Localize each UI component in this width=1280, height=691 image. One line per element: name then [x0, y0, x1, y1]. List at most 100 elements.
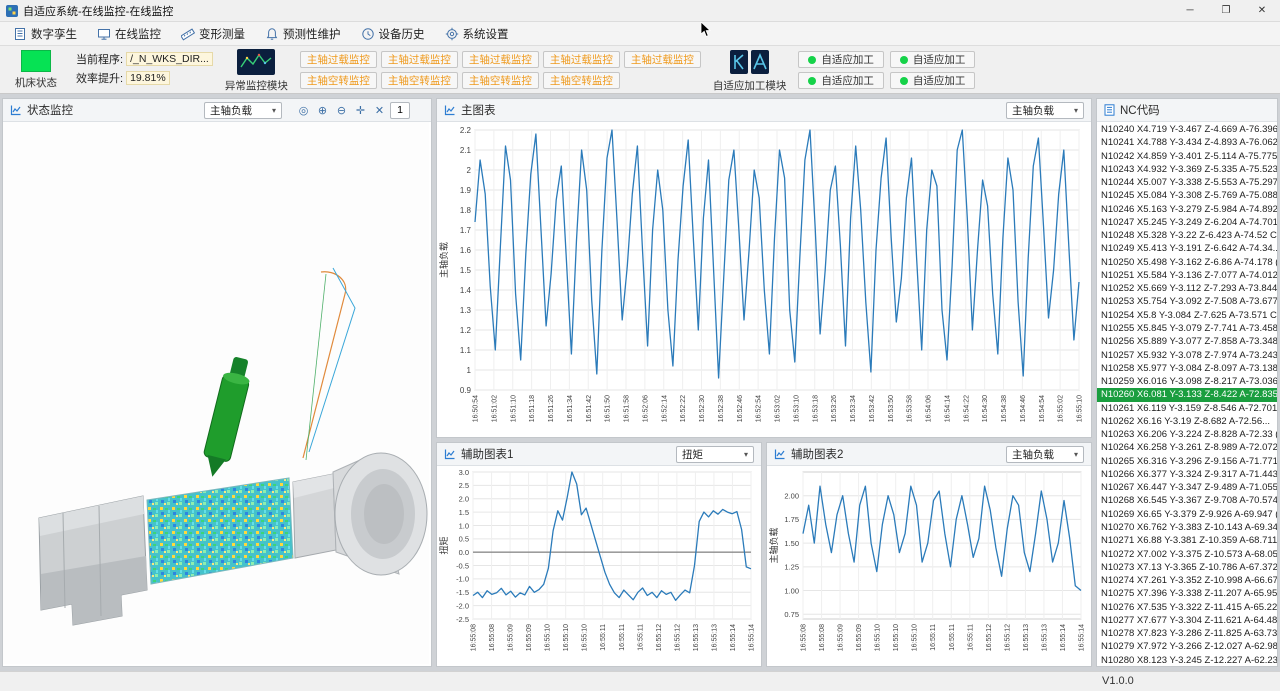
- svg-text:16:55:12: 16:55:12: [1004, 624, 1011, 651]
- idle-monitor-button[interactable]: 主轴空转监控: [300, 72, 377, 89]
- menu-item-2[interactable]: 在线监控: [88, 24, 170, 44]
- nc-line[interactable]: N10271 X6.88 Y-3.381 Z-10.359 A-68.711: [1097, 534, 1277, 547]
- main-chart-body[interactable]: 0.911.11.21.31.41.51.61.71.81.922.12.216…: [437, 122, 1091, 437]
- nc-line[interactable]: N10268 X6.545 Y-3.367 Z-9.708 A-70.574: [1097, 494, 1277, 507]
- svg-text:16:51:50: 16:51:50: [605, 395, 612, 422]
- nc-line[interactable]: N10253 X5.754 Y-3.092 Z-7.508 A-73.677: [1097, 295, 1277, 308]
- zoom-in-button[interactable]: ⊕: [314, 102, 331, 119]
- svg-text:16:53:58: 16:53:58: [907, 395, 914, 422]
- menu-item-3[interactable]: 变形测量: [172, 24, 254, 44]
- adaptive-machining-button[interactable]: 自适应加工: [798, 72, 884, 89]
- machine-3d-view[interactable]: [3, 122, 431, 666]
- minimize-icon[interactable]: ─: [1172, 0, 1208, 21]
- nc-line[interactable]: N10254 X5.8 Y-3.084 Z-7.625 A-73.571 C..…: [1097, 309, 1277, 322]
- nc-line[interactable]: N10257 X5.932 Y-3.078 Z-7.974 A-73.243: [1097, 349, 1277, 362]
- nc-line[interactable]: N10244 X5.007 Y-3.338 Z-5.553 A-75.297: [1097, 176, 1277, 189]
- nc-line[interactable]: N10278 X7.823 Y-3.286 Z-11.825 A-63.73..…: [1097, 627, 1277, 640]
- menu-item-5[interactable]: 设备历史: [352, 24, 434, 44]
- nc-line[interactable]: N10249 X5.413 Y-3.191 Z-6.642 A-74.34...: [1097, 242, 1277, 255]
- overload-monitor-button[interactable]: 主轴过载监控: [462, 51, 539, 68]
- nc-line[interactable]: N10255 X5.845 Y-3.079 Z-7.741 A-73.458: [1097, 322, 1277, 335]
- nc-line[interactable]: N10259 X6.016 Y-3.098 Z-8.217 A-73.036: [1097, 375, 1277, 388]
- svg-text:0.5: 0.5: [459, 535, 469, 544]
- chevron-down-icon: ▾: [272, 106, 276, 115]
- nc-line[interactable]: N10247 X5.245 Y-3.249 Z-6.204 A-74.701: [1097, 216, 1277, 229]
- efficiency-value: 19.81%: [126, 71, 170, 85]
- adaptive-machining-button[interactable]: 自适应加工: [798, 51, 884, 68]
- machine-status-label: 机床状态: [15, 75, 57, 90]
- nc-line[interactable]: N10242 X4.859 Y-3.401 Z-5.114 A-75.775: [1097, 150, 1277, 163]
- nc-line[interactable]: N10280 X8.123 Y-3.245 Z-12.227 A-62.23..…: [1097, 654, 1277, 666]
- aux-chart1-body[interactable]: -2.5-2.0-1.5-1.0-0.50.00.51.01.52.02.53.…: [437, 466, 761, 666]
- fit-view-button[interactable]: ✛: [352, 102, 369, 119]
- nc-line[interactable]: N10245 X5.084 Y-3.308 Z-5.769 A-75.088: [1097, 189, 1277, 202]
- nc-line[interactable]: N10263 X6.206 Y-3.224 Z-8.828 A-72.33 (.…: [1097, 428, 1277, 441]
- nc-line[interactable]: N10258 X5.977 Y-3.084 Z-8.097 A-73.138: [1097, 362, 1277, 375]
- svg-text:16:52:46: 16:52:46: [737, 395, 744, 422]
- aux-chart1-signal-select[interactable]: 扭矩 ▾: [676, 446, 754, 463]
- nc-line[interactable]: N10262 X6.16 Y-3.19 Z-8.682 A-72.56...: [1097, 415, 1277, 428]
- nc-line[interactable]: N10265 X6.316 Y-3.296 Z-9.156 A-71.771: [1097, 455, 1277, 468]
- overload-monitor-button[interactable]: 主轴过载监控: [381, 51, 458, 68]
- nc-code-header: NC代码: [1097, 99, 1277, 122]
- nc-line[interactable]: N10252 X5.669 Y-3.112 Z-7.293 A-73.844: [1097, 282, 1277, 295]
- adaptive-machining-button[interactable]: 自适应加工: [890, 72, 976, 89]
- overload-monitor-button[interactable]: 主轴过载监控: [300, 51, 377, 68]
- nc-code-list[interactable]: N10240 X4.719 Y-3.467 Z-4.669 A-76.396N1…: [1097, 122, 1277, 666]
- svg-text:16:55:10: 16:55:10: [545, 624, 552, 651]
- svg-text:16:53:10: 16:53:10: [793, 395, 800, 422]
- nc-line[interactable]: N10241 X4.788 Y-3.434 Z-4.893 A-76.062: [1097, 136, 1277, 149]
- zoom-out-button[interactable]: ⊖: [333, 102, 350, 119]
- menu-item-6[interactable]: 系统设置: [436, 24, 518, 44]
- svg-text:主轴负载: 主轴负载: [438, 242, 449, 278]
- nc-line[interactable]: N10272 X7.002 Y-3.375 Z-10.573 A-68.05..…: [1097, 548, 1277, 561]
- overload-monitor-button[interactable]: 主轴过载监控: [543, 51, 620, 68]
- svg-text:16:53:18: 16:53:18: [812, 395, 819, 422]
- main-chart-panel: 主图表 主轴负载 ▾ 0.911.11.21.31.41.51.61.71.81…: [436, 98, 1092, 438]
- nc-line[interactable]: N10240 X4.719 Y-3.467 Z-4.669 A-76.396: [1097, 123, 1277, 136]
- nc-line[interactable]: N10250 X5.498 Y-3.162 Z-6.86 A-74.178 (.…: [1097, 256, 1277, 269]
- svg-text:16:55:14: 16:55:14: [1060, 624, 1067, 651]
- svg-text:16:54:38: 16:54:38: [1001, 395, 1008, 422]
- digital-twin-icon: [13, 27, 27, 41]
- nc-line[interactable]: N10243 X4.932 Y-3.369 Z-5.335 A-75.523: [1097, 163, 1277, 176]
- idle-monitor-button[interactable]: 主轴空转监控: [462, 72, 539, 89]
- menu-item-1[interactable]: 数字孪生: [4, 24, 86, 44]
- nc-line[interactable]: N10264 X6.258 Y-3.261 Z-8.989 A-72.072: [1097, 441, 1277, 454]
- nc-line[interactable]: N10274 X7.261 Y-3.352 Z-10.998 A-66.67..…: [1097, 574, 1277, 587]
- nc-line[interactable]: N10261 X6.119 Y-3.159 Z-8.546 A-72.701: [1097, 402, 1277, 415]
- svg-text:16:51:42: 16:51:42: [586, 395, 593, 422]
- main-chart-signal-select[interactable]: 主轴负载 ▾: [1006, 102, 1084, 119]
- nc-line[interactable]: N10248 X5.328 Y-3.22 Z-6.423 A-74.52 C..…: [1097, 229, 1277, 242]
- idle-monitor-button[interactable]: 主轴空转监控: [381, 72, 458, 89]
- svg-text:16:51:02: 16:51:02: [491, 395, 498, 422]
- nc-line[interactable]: N10275 X7.396 Y-3.338 Z-11.207 A-65.95..…: [1097, 587, 1277, 600]
- menu-item-4[interactable]: 预测性维护: [256, 24, 350, 44]
- svg-text:3.0: 3.0: [459, 468, 469, 477]
- nc-line[interactable]: N10273 X7.13 Y-3.365 Z-10.786 A-67.372: [1097, 561, 1277, 574]
- adaptive-machining-button[interactable]: 自适应加工: [890, 51, 976, 68]
- nc-line-current[interactable]: N10260 X6.081 Y-3.133 Z-8.422 A-72.835: [1097, 388, 1277, 401]
- nc-line[interactable]: N10270 X6.762 Y-3.383 Z-10.143 A-69.34..…: [1097, 521, 1277, 534]
- aux-chart2-signal-select[interactable]: 主轴负载 ▾: [1006, 446, 1084, 463]
- view-signal-select[interactable]: 主轴负载 ▾: [204, 102, 282, 119]
- anomaly-module-block: 异常监控模块: [225, 49, 288, 93]
- aux-chart2-body[interactable]: 0.751.001.251.501.752.0016:55:0816:55:08…: [767, 466, 1091, 666]
- nc-line[interactable]: N10279 X7.972 Y-3.266 Z-12.027 A-62.98..…: [1097, 640, 1277, 653]
- idle-monitor-button[interactable]: 主轴空转监控: [543, 72, 620, 89]
- close-view-button[interactable]: ✕: [371, 102, 388, 119]
- nc-line[interactable]: N10256 X5.889 Y-3.077 Z-7.858 A-73.348: [1097, 335, 1277, 348]
- svg-text:1.25: 1.25: [784, 563, 799, 572]
- nc-line[interactable]: N10251 X5.584 Y-3.136 Z-7.077 A-74.012: [1097, 269, 1277, 282]
- nc-line[interactable]: N10246 X5.163 Y-3.279 Z-5.984 A-74.892: [1097, 203, 1277, 216]
- nc-line[interactable]: N10266 X6.377 Y-3.324 Z-9.317 A-71.443: [1097, 468, 1277, 481]
- nc-line[interactable]: N10269 X6.65 Y-3.379 Z-9.926 A-69.947 (.…: [1097, 508, 1277, 521]
- nc-line[interactable]: N10276 X7.535 Y-3.322 Z-11.415 A-65.22..…: [1097, 601, 1277, 614]
- maximize-icon[interactable]: ❐: [1208, 0, 1244, 21]
- reset-view-button[interactable]: ◎: [295, 102, 312, 119]
- view-count-input[interactable]: [390, 102, 410, 119]
- overload-monitor-button[interactable]: 主轴过载监控: [624, 51, 701, 68]
- close-icon[interactable]: ✕: [1244, 0, 1280, 21]
- nc-line[interactable]: N10267 X6.447 Y-3.347 Z-9.489 A-71.055: [1097, 481, 1277, 494]
- nc-line[interactable]: N10277 X7.677 Y-3.304 Z-11.621 A-64.48..…: [1097, 614, 1277, 627]
